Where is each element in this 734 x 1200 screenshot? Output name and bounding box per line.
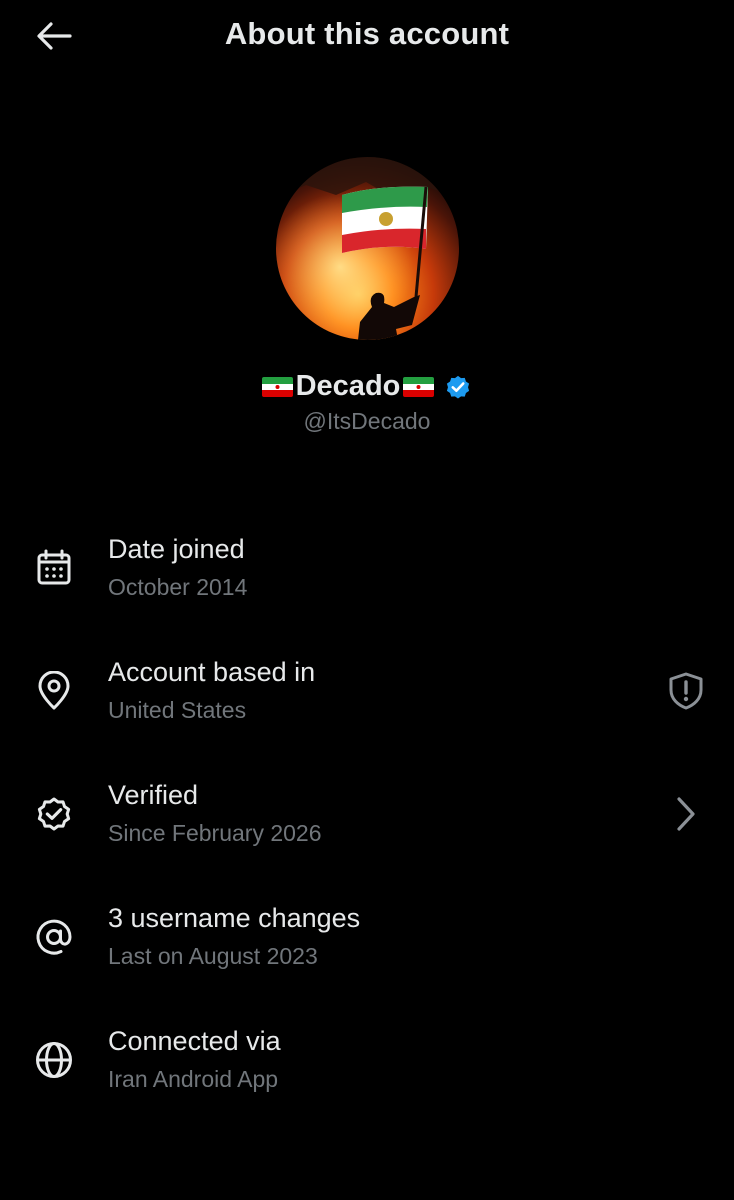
verified-check-icon bbox=[32, 792, 76, 836]
row-subtitle: Last on August 2023 bbox=[108, 943, 318, 969]
row-subtitle: United States bbox=[108, 697, 247, 723]
display-name: Decado bbox=[295, 370, 401, 402]
row-verified[interactable]: Verified Since February 2026 bbox=[0, 774, 734, 874]
iran-flag-icon bbox=[261, 376, 293, 397]
avatar[interactable] bbox=[276, 157, 459, 340]
handle: @ItsDecado bbox=[303, 408, 431, 434]
row-title: Account based in bbox=[108, 657, 316, 687]
verified-badge-icon bbox=[444, 373, 472, 401]
iran-flag-icon bbox=[403, 376, 435, 397]
row-subtitle: Since February 2026 bbox=[108, 820, 322, 846]
top-bar: About this account bbox=[0, 0, 734, 72]
chevron-right-icon[interactable] bbox=[664, 792, 708, 836]
row-title: Date joined bbox=[108, 534, 245, 564]
row-title: Verified bbox=[108, 780, 199, 810]
row-connected-via: Connected via Iran Android App bbox=[0, 1020, 734, 1120]
profile-name-row: Decado bbox=[0, 370, 734, 403]
row-username-changes: 3 username changes Last on August 2023 bbox=[0, 897, 734, 997]
globe-icon bbox=[32, 1038, 76, 1082]
location-pin-icon bbox=[32, 669, 76, 713]
row-subtitle: Iran Android App bbox=[108, 1066, 279, 1092]
row-date-joined: Date joined October 2014 bbox=[0, 528, 734, 628]
row-account-based-in: Account based in United States bbox=[0, 651, 734, 751]
row-subtitle: October 2014 bbox=[108, 574, 248, 600]
shield-alert-icon[interactable] bbox=[664, 669, 708, 713]
row-title: 3 username changes bbox=[108, 903, 361, 933]
page-title: About this account bbox=[224, 16, 510, 51]
calendar-icon bbox=[32, 546, 76, 590]
at-sign-icon bbox=[32, 915, 76, 959]
row-title: Connected via bbox=[108, 1026, 281, 1056]
